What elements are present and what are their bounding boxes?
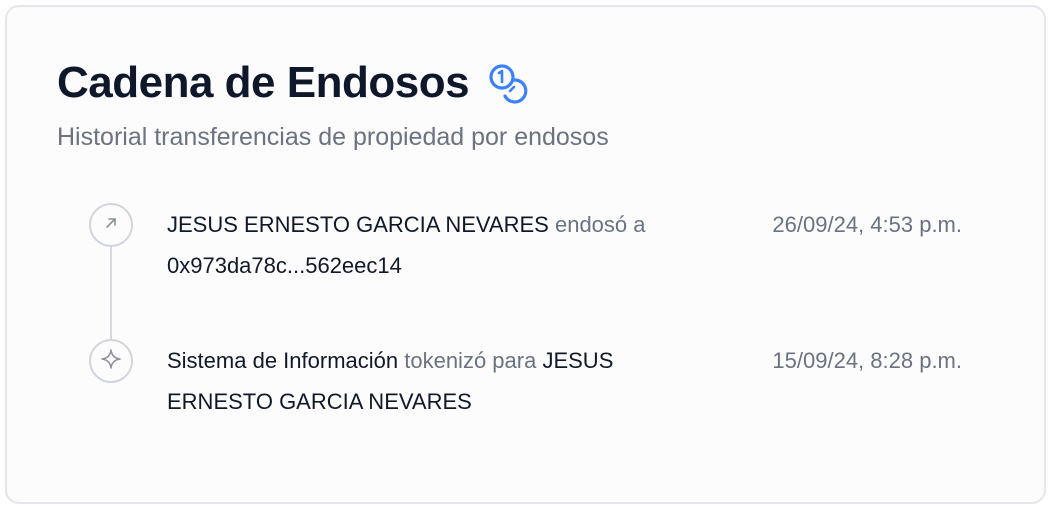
sparkle-icon xyxy=(100,348,122,375)
timeline-node-tokenization xyxy=(89,339,133,383)
entry-actor: JESUS ERNESTO GARCIA NEVARES xyxy=(167,212,549,237)
title-row: Cadena de Endosos xyxy=(57,55,531,111)
timeline-connector xyxy=(110,247,112,343)
endorsement-chain-card: Cadena de Endosos Historial transferenci… xyxy=(5,5,1046,504)
timeline-node-endorsement xyxy=(89,203,133,247)
entry-target: 0x973da78c...562eec14 xyxy=(167,253,402,278)
entry-action: endosó a xyxy=(554,212,646,237)
page-subtitle: Historial transferencias de propiedad po… xyxy=(57,123,609,151)
entry-actor: Sistema de Información xyxy=(167,348,399,373)
entry-action: tokenizó para xyxy=(404,348,537,373)
page-title: Cadena de Endosos xyxy=(57,58,470,107)
timeline-entry: JESUS ERNESTO GARCIA NEVARES endosó a 0x… xyxy=(167,204,707,286)
entry-date: 26/09/24, 4:53 p.m. xyxy=(772,212,962,237)
arrow-up-right-icon xyxy=(102,214,120,237)
coins-icon xyxy=(485,60,531,106)
timeline-entry: Sistema de Información tokenizó para JES… xyxy=(167,340,707,422)
entry-date: 15/09/24, 8:28 p.m. xyxy=(772,348,962,373)
